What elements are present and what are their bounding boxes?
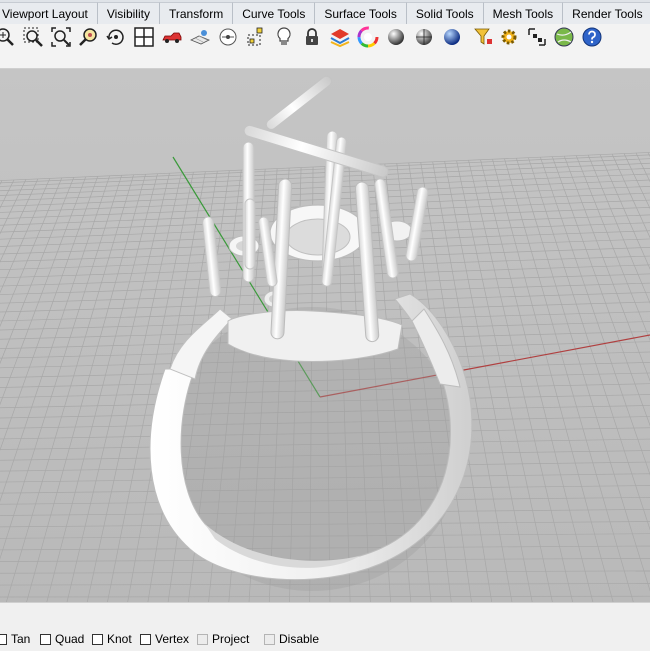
- tab-viewport-layout[interactable]: Viewport Layout: [0, 2, 98, 24]
- snap-disable-checkbox[interactable]: [264, 633, 275, 645]
- shaded-sphere-icon[interactable]: [385, 26, 407, 48]
- tab-transform[interactable]: Transform: [159, 2, 234, 24]
- group-icon[interactable]: [526, 26, 548, 48]
- object-snap-icon[interactable]: [217, 26, 239, 48]
- snap-project-toggle[interactable]: Project: [197, 632, 249, 646]
- car-icon[interactable]: [161, 26, 183, 48]
- named-views-icon[interactable]: [189, 26, 211, 48]
- tab-visibility[interactable]: Visibility: [97, 2, 160, 24]
- snap-tan-toggle[interactable]: Tan: [0, 632, 30, 646]
- color-wheel-icon[interactable]: [357, 26, 379, 48]
- snap-knot-label: Knot: [107, 632, 132, 646]
- tab-mesh-tools[interactable]: Mesh Tools: [483, 2, 564, 24]
- ribbon-tabs: Viewport Layout Visibility Transform Cur…: [0, 0, 650, 25]
- layer-icon[interactable]: [329, 26, 351, 48]
- snap-project-checkbox[interactable]: [197, 633, 208, 645]
- zoom-window-icon[interactable]: [22, 26, 44, 48]
- zoom-selected-icon[interactable]: [50, 26, 72, 48]
- snap-tan-checkbox[interactable]: [0, 633, 7, 645]
- tab-render-tools[interactable]: Render Tools: [563, 2, 650, 24]
- tab-curve-tools[interactable]: Curve Tools: [233, 2, 316, 24]
- lock-icon[interactable]: [301, 26, 323, 48]
- snap-vertex-checkbox[interactable]: [140, 633, 151, 645]
- zoom-extents-icon[interactable]: [0, 26, 16, 48]
- zoom-target-icon[interactable]: [78, 26, 100, 48]
- rotate-view-icon[interactable]: [105, 26, 127, 48]
- help-icon[interactable]: [581, 26, 603, 48]
- snap-quad-label: Quad: [55, 632, 85, 646]
- status-bar: Tan Quad Knot Vertex Project Disable: [0, 602, 650, 651]
- snap-quad-checkbox[interactable]: [40, 633, 51, 645]
- gear-icon[interactable]: [498, 26, 520, 48]
- snap-vertex-toggle[interactable]: Vertex: [140, 632, 189, 646]
- four-viewports-icon[interactable]: [133, 26, 155, 48]
- filter-icon[interactable]: [472, 26, 494, 48]
- toolbar: [0, 24, 650, 69]
- snap-knot-checkbox[interactable]: [92, 633, 103, 645]
- snap-knot-toggle[interactable]: Knot: [92, 632, 132, 646]
- tab-solid-tools[interactable]: Solid Tools: [406, 2, 484, 24]
- rendered-sphere-icon[interactable]: [413, 26, 435, 48]
- blue-sphere-icon[interactable]: [441, 26, 463, 48]
- snap-quad-toggle[interactable]: Quad: [40, 632, 84, 646]
- center-seat: [285, 218, 351, 256]
- snap-tan-label: Tan: [11, 632, 31, 646]
- snap-disable-toggle[interactable]: Disable: [264, 632, 319, 646]
- prong-left-small: [244, 198, 256, 270]
- snap-vertex-label: Vertex: [155, 632, 190, 646]
- select-points-icon[interactable]: [245, 26, 267, 48]
- snap-disable-label: Disable: [279, 632, 320, 646]
- perspective-viewport[interactable]: [0, 69, 650, 602]
- globe-icon[interactable]: [553, 26, 575, 48]
- tab-surface-tools[interactable]: Surface Tools: [315, 2, 407, 24]
- light-bulb-icon[interactable]: [273, 26, 295, 48]
- snap-project-label: Project: [212, 632, 250, 646]
